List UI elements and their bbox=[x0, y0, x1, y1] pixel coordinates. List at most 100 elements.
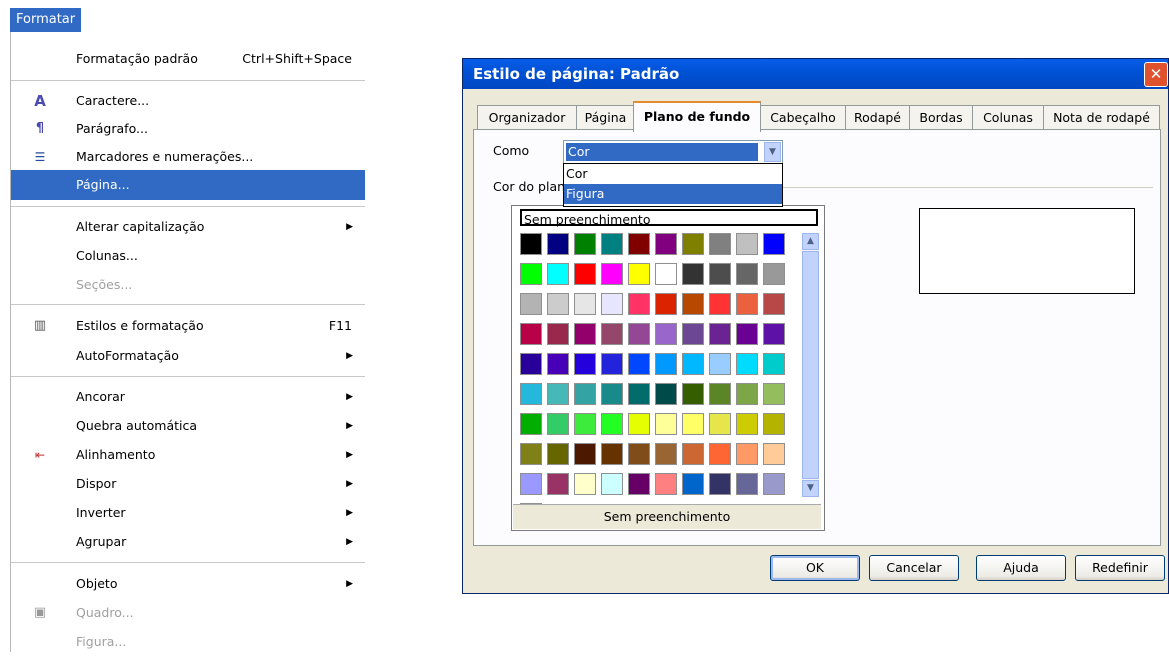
color-swatch[interactable] bbox=[628, 413, 650, 435]
color-swatch[interactable] bbox=[682, 413, 704, 435]
color-swatch[interactable] bbox=[655, 233, 677, 255]
menu-item-default-formatting[interactable]: Formatação padrão Ctrl+Shift+Space bbox=[11, 44, 365, 74]
menu-item-character[interactable]: A Caractere... bbox=[11, 86, 365, 116]
menu-item-bullets-numbering[interactable]: ☰ Marcadores e numerações... bbox=[11, 142, 365, 172]
tab-borders[interactable]: Bordas bbox=[909, 105, 973, 130]
color-swatch[interactable] bbox=[520, 233, 542, 255]
color-swatch[interactable] bbox=[628, 323, 650, 345]
color-swatch[interactable] bbox=[574, 323, 596, 345]
color-swatch[interactable] bbox=[628, 383, 650, 405]
menu-item-styles-formatting[interactable]: ▥ Estilos e formatação F11 bbox=[11, 311, 365, 341]
tab-page[interactable]: Página bbox=[576, 105, 635, 130]
menu-item-flip[interactable]: Inverter ▶ bbox=[11, 498, 365, 528]
menu-item-autoformat[interactable]: AutoFormatação ▶ bbox=[11, 341, 365, 371]
color-swatch[interactable] bbox=[682, 353, 704, 375]
color-swatch[interactable] bbox=[736, 443, 758, 465]
menu-item-group[interactable]: Agrupar ▶ bbox=[11, 527, 365, 557]
color-swatch[interactable] bbox=[763, 263, 785, 285]
color-swatch[interactable] bbox=[628, 293, 650, 315]
color-swatch[interactable] bbox=[682, 443, 704, 465]
tab-columns[interactable]: Colunas bbox=[972, 105, 1044, 130]
color-swatch[interactable] bbox=[682, 383, 704, 405]
color-swatch[interactable] bbox=[547, 233, 569, 255]
color-swatch[interactable] bbox=[709, 383, 731, 405]
color-swatch[interactable] bbox=[520, 413, 542, 435]
scroll-up-icon[interactable]: ▲ bbox=[802, 233, 819, 250]
color-swatch[interactable] bbox=[574, 233, 596, 255]
color-swatch[interactable] bbox=[574, 383, 596, 405]
cancel-button[interactable]: Cancelar bbox=[869, 555, 959, 581]
color-swatch[interactable] bbox=[574, 413, 596, 435]
color-swatch[interactable] bbox=[709, 263, 731, 285]
color-swatch[interactable] bbox=[574, 293, 596, 315]
color-swatch[interactable] bbox=[547, 353, 569, 375]
color-swatch[interactable] bbox=[763, 473, 785, 495]
scroll-thumb[interactable] bbox=[802, 251, 819, 479]
no-fill-option[interactable]: Sem preenchimento bbox=[520, 209, 818, 227]
color-swatch[interactable] bbox=[655, 353, 677, 375]
color-swatch[interactable] bbox=[655, 293, 677, 315]
scroll-down-icon[interactable]: ▼ bbox=[802, 480, 819, 497]
color-swatch[interactable] bbox=[520, 353, 542, 375]
color-swatch[interactable] bbox=[601, 323, 623, 345]
color-swatch[interactable] bbox=[709, 293, 731, 315]
color-swatch[interactable] bbox=[709, 413, 731, 435]
color-swatch[interactable] bbox=[628, 443, 650, 465]
color-swatch[interactable] bbox=[763, 413, 785, 435]
color-swatch[interactable] bbox=[520, 473, 542, 495]
color-swatch[interactable] bbox=[709, 233, 731, 255]
color-swatch[interactable] bbox=[736, 263, 758, 285]
menu-item-arrange[interactable]: Dispor ▶ bbox=[11, 469, 365, 499]
menu-item-wrap[interactable]: Quebra automática ▶ bbox=[11, 411, 365, 441]
color-swatch[interactable] bbox=[628, 233, 650, 255]
tab-footnote[interactable]: Nota de rodapé bbox=[1043, 105, 1160, 130]
color-swatch[interactable] bbox=[520, 263, 542, 285]
color-swatch[interactable] bbox=[682, 293, 704, 315]
color-swatch[interactable] bbox=[574, 263, 596, 285]
help-button[interactable]: Ajuda bbox=[976, 555, 1066, 581]
option-figure[interactable]: Figura bbox=[564, 184, 782, 204]
color-swatch[interactable] bbox=[682, 233, 704, 255]
menubar-format[interactable]: Formatar bbox=[10, 8, 82, 32]
color-swatch[interactable] bbox=[601, 473, 623, 495]
vertical-scrollbar[interactable]: ▲ ▼ bbox=[802, 233, 819, 497]
color-swatch[interactable] bbox=[547, 323, 569, 345]
color-swatch[interactable] bbox=[682, 263, 704, 285]
menu-item-paragraph[interactable]: ¶ Parágrafo... bbox=[11, 114, 365, 144]
tab-header[interactable]: Cabeçalho bbox=[760, 105, 846, 130]
color-swatch[interactable] bbox=[736, 473, 758, 495]
reset-button[interactable]: Redefinir bbox=[1075, 555, 1165, 581]
color-swatch[interactable] bbox=[547, 383, 569, 405]
color-swatch[interactable] bbox=[574, 473, 596, 495]
menu-item-change-case[interactable]: Alterar capitalização ▶ bbox=[11, 212, 365, 242]
menu-item-alignment[interactable]: ⇤ Alinhamento ▶ bbox=[11, 440, 365, 470]
color-swatch[interactable] bbox=[736, 323, 758, 345]
color-swatch[interactable] bbox=[736, 293, 758, 315]
color-swatch[interactable] bbox=[736, 233, 758, 255]
color-swatch[interactable] bbox=[601, 353, 623, 375]
color-swatch[interactable] bbox=[655, 473, 677, 495]
ok-button[interactable]: OK bbox=[770, 555, 860, 581]
color-swatch[interactable] bbox=[682, 473, 704, 495]
menu-item-anchor[interactable]: Ancorar ▶ bbox=[11, 382, 365, 412]
close-icon[interactable]: ✕ bbox=[1144, 62, 1168, 87]
color-swatch[interactable] bbox=[709, 353, 731, 375]
dialog-titlebar[interactable]: Estilo de página: Padrão ✕ bbox=[463, 59, 1168, 89]
color-swatch[interactable] bbox=[736, 383, 758, 405]
color-swatch[interactable] bbox=[655, 263, 677, 285]
color-swatch[interactable] bbox=[601, 443, 623, 465]
color-swatch[interactable] bbox=[736, 413, 758, 435]
menu-item-columns[interactable]: Colunas... bbox=[11, 241, 365, 271]
tab-background[interactable]: Plano de fundo bbox=[633, 101, 761, 132]
color-swatch[interactable] bbox=[709, 323, 731, 345]
color-swatch[interactable] bbox=[520, 383, 542, 405]
color-swatch[interactable] bbox=[547, 263, 569, 285]
color-swatch[interactable] bbox=[520, 443, 542, 465]
color-swatch[interactable] bbox=[574, 353, 596, 375]
color-swatch[interactable] bbox=[655, 323, 677, 345]
color-swatch[interactable] bbox=[655, 413, 677, 435]
color-swatch[interactable] bbox=[763, 323, 785, 345]
color-swatch[interactable] bbox=[709, 473, 731, 495]
menu-item-object[interactable]: Objeto ▶ bbox=[11, 569, 365, 599]
tab-footer[interactable]: Rodapé bbox=[845, 105, 910, 130]
